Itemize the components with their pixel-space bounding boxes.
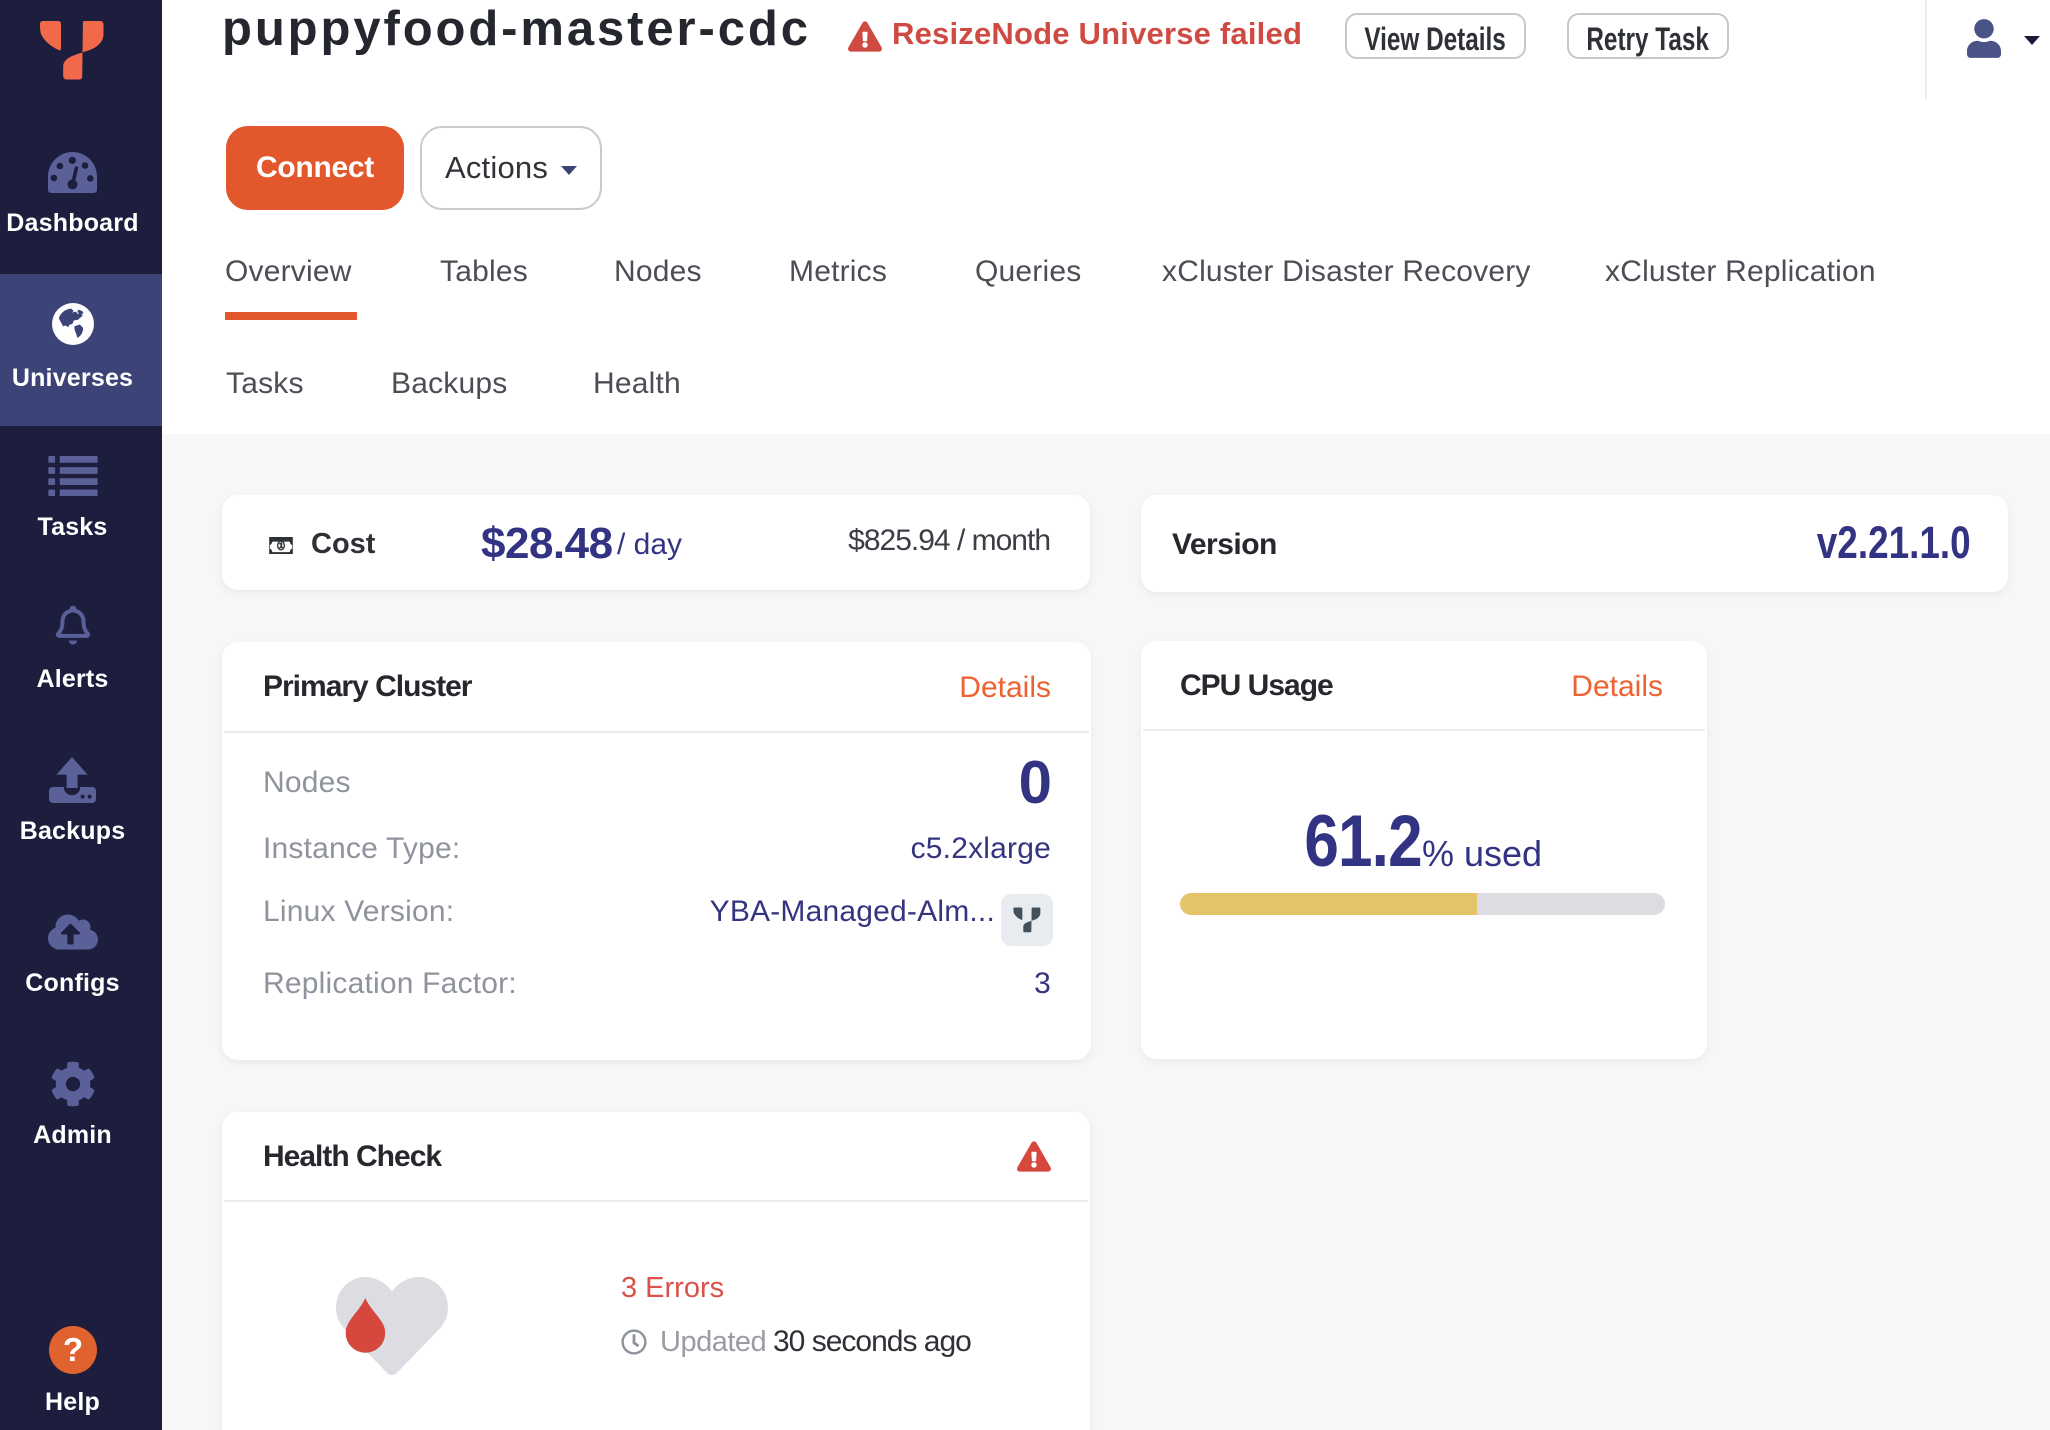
svg-text:?: ? (62, 1332, 82, 1369)
